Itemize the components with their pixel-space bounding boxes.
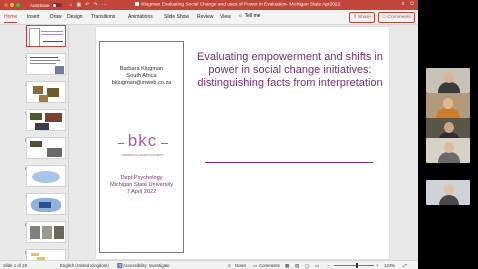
tell-me-label: Tell me — [244, 13, 261, 19]
participant-video-tile[interactable] — [426, 180, 470, 205]
accessibility-icon: ♿ — [117, 263, 123, 268]
status-comments-button[interactable]: Comments — [259, 263, 280, 268]
title-underline — [205, 162, 373, 163]
redo-icon[interactable]: ↷ — [93, 2, 97, 8]
bkc-logo: bkc BARBARA KLUGMAN CONCEPTS — [118, 131, 168, 160]
notes-button[interactable]: Notes — [235, 263, 246, 268]
undo-icon[interactable]: ↶ — [85, 2, 89, 8]
presentation-date: 7 April 2022 — [126, 189, 157, 195]
powerpoint-icon — [135, 1, 139, 6]
zoom-slider[interactable] — [334, 263, 374, 268]
autosave-control[interactable]: AutoSave — [30, 3, 62, 8]
logo-caption: BARBARA KLUGMAN CONCEPTS — [122, 154, 164, 157]
slide-thumbnail-8[interactable] — [26, 221, 66, 243]
participant-video-tile[interactable] — [426, 138, 470, 163]
current-slide[interactable]: Barbara Klugman South Africa bklugman@mw… — [96, 27, 389, 259]
participant-video-tile[interactable] — [426, 68, 470, 93]
tab-slide-show[interactable]: Slide Show — [164, 14, 189, 20]
logo-text: bkc — [127, 131, 158, 150]
dept: Dept Psychology — [120, 175, 163, 181]
tell-me-search[interactable]: ☼ Tell me — [238, 13, 260, 19]
tab-insert[interactable]: Insert — [27, 14, 40, 20]
zoom-out-icon[interactable]: − — [327, 263, 330, 268]
slide-canvas: Barbara Klugman South Africa bklugman@mw… — [69, 25, 418, 260]
home-icon[interactable]: ⌂ — [70, 2, 73, 8]
slideshow-icon[interactable]: ▭ — [315, 263, 319, 269]
normal-view-icon[interactable]: ▦ — [285, 263, 289, 269]
powerpoint-window: AutoSave ⌂ ▣ ↶ ↷ ⋯ Klugman Evaluating So… — [0, 0, 418, 269]
author-box[interactable]: Barbara Klugman South Africa bklugman@mw… — [99, 41, 184, 253]
title-bar: AutoSave ⌂ ▣ ↶ ↷ ⋯ Klugman Evaluating So… — [0, 0, 418, 10]
zoom-slider-thumb[interactable] — [356, 263, 358, 268]
tab-transitions[interactable]: Transitions — [91, 14, 115, 20]
slide-thumbnail-2[interactable] — [26, 53, 66, 75]
participant-video-tile[interactable] — [426, 93, 470, 118]
comment-icon: ▭ — [253, 263, 258, 268]
tab-view[interactable]: View — [220, 14, 231, 20]
zoom-in-icon[interactable]: + — [376, 263, 379, 268]
comments-button[interactable]: ▭ Comments — [378, 12, 415, 23]
more-icon[interactable]: ⋯ — [102, 2, 107, 8]
slide-thumbnail-6[interactable] — [26, 165, 66, 187]
notes-icon: ≡ — [228, 263, 231, 268]
search-icon[interactable]: ⌕ — [401, 1, 404, 8]
profile-icon[interactable]: ☺ — [409, 1, 415, 8]
document-title: Klugman Evaluating Social Change and use… — [141, 1, 341, 7]
comment-icon: ▭ — [382, 15, 387, 20]
slide-thumbnail-5[interactable] — [26, 137, 66, 159]
tab-home[interactable]: Home — [4, 14, 18, 23]
accessibility-status[interactable]: Accessibility: Investigate — [123, 263, 170, 268]
autosave-label: AutoSave — [30, 2, 50, 8]
slide-counter: Slide 1 of 19 — [3, 263, 27, 268]
slide-thumbnail-7[interactable] — [26, 193, 66, 215]
minimize-window-button[interactable] — [10, 3, 14, 7]
comments-label: Comments — [387, 15, 411, 20]
window-controls — [4, 3, 20, 7]
tab-design[interactable]: Design — [67, 14, 83, 20]
tab-animations[interactable]: Animations — [128, 14, 153, 20]
language-status[interactable]: English (United Kingdom) — [60, 263, 109, 268]
author-email: bklugman@mweb.co.za — [111, 80, 172, 86]
share-button[interactable]: ⇪ Share — [349, 12, 375, 23]
autosave-toggle[interactable] — [51, 3, 62, 7]
share-icon: ⇪ — [353, 15, 358, 20]
reading-view-icon[interactable]: ▢ — [305, 263, 309, 269]
university: Michigan State University — [109, 182, 174, 188]
slide-thumbnail-3[interactable] — [26, 81, 66, 103]
slide-thumbnail-1[interactable] — [26, 25, 66, 47]
zoom-level[interactable]: 124% — [384, 263, 395, 268]
tab-review[interactable]: Review — [197, 14, 213, 20]
window-title: Klugman Evaluating Social Change and use… — [135, 1, 341, 7]
tab-draw[interactable]: Draw — [50, 14, 62, 20]
slide-sorter-icon[interactable]: ▤ — [295, 263, 299, 269]
slide-thumbnail-4[interactable] — [26, 109, 66, 131]
slide-title[interactable]: Evaluating empowerment and shifts in pow… — [192, 51, 388, 90]
author-country: South Africa — [126, 73, 157, 79]
author-name: Barbara Klugman — [119, 66, 164, 72]
share-label: Share — [358, 15, 371, 20]
video-participants-panel — [418, 0, 478, 269]
close-window-button[interactable] — [4, 3, 8, 7]
zoom-window-button[interactable] — [16, 3, 20, 7]
fit-slide-icon[interactable]: ⤢ — [403, 263, 406, 268]
lightbulb-icon: ☼ — [238, 13, 243, 19]
ribbon: Home Insert Draw Design Transitions Anim… — [0, 10, 418, 25]
save-icon[interactable]: ▣ — [77, 2, 82, 8]
status-bar: Slide 1 of 19 English (United Kingdom) ♿… — [0, 260, 418, 269]
slide-thumbnail-pane: 1 2 3 4 5 6 — [0, 25, 68, 269]
